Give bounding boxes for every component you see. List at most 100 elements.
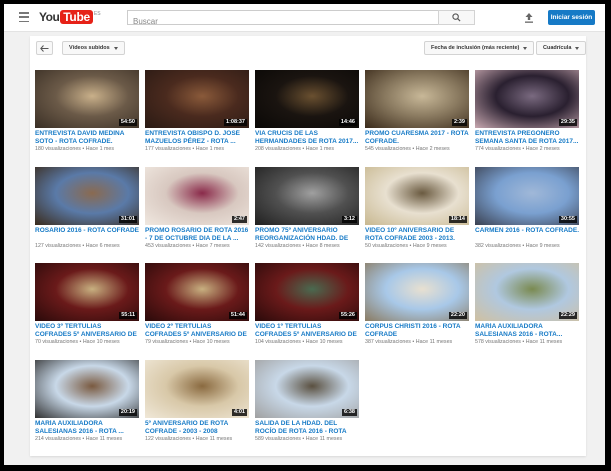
video-meta: 104 visualizaciones • Hace 10 meses [255, 339, 359, 346]
video-title[interactable]: ROSARIO 2016 - ROTA COFRADE [35, 227, 139, 243]
upload-icon [525, 13, 533, 23]
video-title[interactable]: ENTREVISTA PREGONERO SEMANA SANTA DE ROT… [475, 130, 579, 146]
view-count: 127 visualizaciones [35, 243, 81, 249]
video-thumbnail[interactable]: 3:12 [255, 167, 359, 225]
video-meta: 122 visualizaciones • Hace 11 meses [145, 436, 249, 443]
video-item[interactable]: 1:08:37 ENTREVISTA OBISPO D. JOSÉ MAZUELO… [145, 70, 249, 153]
video-item[interactable]: 51:44 VIDEO 2º TERTULIAS COFRADES 5º ANIV… [145, 263, 249, 346]
sort-dropdown[interactable]: Fecha de inclusión (más reciente) [424, 41, 535, 55]
video-title[interactable]: ENTREVISTA DAVID MEDINA SOTO - ROTA COFR… [35, 130, 139, 146]
video-meta: 50 visualizaciones • Hace 9 meses [365, 243, 469, 250]
video-title[interactable]: MARÍA AUXILIADORA SALESIANAS 2016 - ROTA… [475, 323, 579, 339]
view-count: 208 visualizaciones [255, 146, 301, 152]
video-title[interactable]: VIDEO 1º TERTULIAS COFRADES 5º ANIVERSAR… [255, 323, 359, 339]
video-title[interactable]: VIA CRUCIS DE LAS HERMANDADES DE ROTA 20… [255, 130, 359, 146]
upload-age: Hace 6 meses [85, 243, 120, 249]
video-thumbnail[interactable]: 31:01 [35, 167, 139, 225]
video-item[interactable]: 2:47 PROMO ROSARIO DE ROTA 2016 - 7 DE OC… [145, 167, 249, 250]
search-icon [452, 13, 461, 22]
upload-age: Hace 2 meses [415, 146, 450, 152]
video-item[interactable]: 2:39 PROMO CUARESMA 2017 - ROTA COFRADE. 5… [365, 70, 469, 153]
video-thumbnail[interactable]: 55:11 [35, 263, 139, 321]
video-meta: 180 visualizaciones • Hace 1 mes [35, 146, 139, 153]
video-thumbnail[interactable]: 6:38 [255, 360, 359, 418]
video-item[interactable]: 22:20 CORPUS CHRISTI 2016 - ROTA COFRADE 3… [365, 263, 469, 346]
video-thumbnail[interactable]: 54:50 [35, 70, 139, 128]
video-item[interactable]: 14:46 VIA CRUCIS DE LAS HERMANDADES DE RO… [255, 70, 359, 153]
logo-tube-text: Tube [60, 10, 93, 24]
filter-label: Vídeos subidos [69, 45, 110, 51]
view-label: Cuadrícula [543, 45, 572, 51]
video-title[interactable]: PROMO 75º ANIVERSARIO REORGANIZACIÓN HDA… [255, 227, 359, 243]
video-item[interactable]: 55:11 VIDEO 3º TERTULIAS COFRADES 5º ANIV… [35, 263, 139, 346]
upload-age: Hace 10 meses [82, 339, 120, 345]
video-title[interactable]: CORPUS CHRISTI 2016 - ROTA COFRADE [365, 323, 469, 339]
video-meta: 453 visualizaciones • Hace 7 meses [145, 243, 249, 250]
video-thumbnail[interactable]: 22:20 [365, 263, 469, 321]
video-item[interactable]: 55:26 VIDEO 1º TERTULIAS COFRADES 5º ANIV… [255, 263, 359, 346]
video-title[interactable]: PROMO CUARESMA 2017 - ROTA COFRADE. [365, 130, 469, 146]
video-thumbnail[interactable]: 29:35 [475, 70, 579, 128]
view-count: 453 visualizaciones [145, 243, 191, 249]
video-thumbnail[interactable]: 55:26 [255, 263, 359, 321]
video-item[interactable]: 4:01 5º ANIVERSARIO DE ROTA COFRADE - 200… [145, 360, 249, 443]
video-title[interactable]: PROMO ROSARIO DE ROTA 2016 - 7 DE OCTUBR… [145, 227, 249, 243]
video-title[interactable]: VIDEO 2º TERTULIAS COFRADES 5º ANIVERSAR… [145, 323, 249, 339]
video-title[interactable]: ENTREVISTA OBISPO D. JOSÉ MAZUELOS PÉREZ… [145, 130, 249, 146]
video-thumbnail[interactable]: 51:44 [145, 263, 249, 321]
upload-button[interactable] [523, 11, 535, 23]
video-thumbnail[interactable]: 2:39 [365, 70, 469, 128]
search-input[interactable] [128, 15, 438, 28]
upload-age: Hace 11 meses [305, 436, 343, 442]
video-item[interactable]: 20:19 MARÍA AUXILIADORA SALESIANAS 2016 -… [35, 360, 139, 443]
video-thumbnail[interactable]: 18:14 [365, 167, 469, 225]
video-thumbnail[interactable]: 20:19 [35, 360, 139, 418]
video-thumbnail[interactable]: 1:08:37 [145, 70, 249, 128]
video-item[interactable]: 30:55 CARMEN 2016 - ROTA COFRADE. 382 visu… [475, 167, 579, 250]
video-thumbnail[interactable]: 30:55 [475, 167, 579, 225]
video-title[interactable]: 5º ANIVERSARIO DE ROTA COFRADE - 2003 - … [145, 420, 249, 436]
channel-videos-card: Vídeos subidos Fecha de inclusión (más r… [30, 36, 587, 456]
video-thumbnail[interactable]: 4:01 [145, 360, 249, 418]
video-item[interactable]: 3:12 PROMO 75º ANIVERSARIO REORGANIZACIÓN… [255, 167, 359, 250]
video-thumbnail[interactable]: 14:46 [255, 70, 359, 128]
upload-age: Hace 11 meses [195, 436, 233, 442]
menu-icon[interactable] [19, 12, 29, 22]
back-button[interactable] [36, 41, 53, 55]
video-meta: 127 visualizaciones • Hace 6 meses [35, 243, 139, 250]
video-thumbnail[interactable]: 2:47 [145, 167, 249, 225]
video-thumbnail[interactable]: 22:29 [475, 263, 579, 321]
view-count: 104 visualizaciones [255, 339, 301, 345]
video-title[interactable]: CARMEN 2016 - ROTA COFRADE. [475, 227, 579, 243]
view-count: 122 visualizaciones [145, 436, 191, 442]
view-count: 177 visualizaciones [145, 146, 191, 152]
view-count: 214 visualizaciones [35, 436, 81, 442]
youtube-logo[interactable]: You Tube ES [39, 10, 101, 24]
view-dropdown[interactable]: Cuadrícula [536, 41, 587, 55]
video-title[interactable]: VIDEO 3º TERTULIAS COFRADES 5º ANIVERSAR… [35, 323, 139, 339]
upload-age: Hace 1 mes [305, 146, 335, 152]
video-title[interactable]: VIDEO 10º ANIVERSARIO DE ROTA COFRADE 20… [365, 227, 469, 243]
video-duration: 3:12 [341, 216, 357, 223]
video-title[interactable]: SALIDA DE LA HDAD. DEL ROCÍO DE ROTA 201… [255, 420, 359, 436]
video-item[interactable]: 6:38 SALIDA DE LA HDAD. DEL ROCÍO DE ROTA… [255, 360, 359, 443]
video-item[interactable]: 22:29 MARÍA AUXILIADORA SALESIANAS 2016 -… [475, 263, 579, 346]
chevron-down-icon [113, 46, 118, 50]
view-count: 79 visualizaciones [145, 339, 188, 345]
video-meta: 177 visualizaciones • Hace 1 mes [145, 146, 249, 153]
video-item[interactable]: 54:50 ENTREVISTA DAVID MEDINA SOTO - ROTA… [35, 70, 139, 153]
filter-dropdown[interactable]: Vídeos subidos [62, 41, 125, 55]
view-count: 578 visualizaciones [475, 339, 521, 345]
search-button[interactable] [438, 10, 475, 25]
upload-age: Hace 2 meses [525, 146, 560, 152]
video-meta: 382 visualizaciones • Hace 9 meses [475, 243, 579, 250]
logo-you-text: You [39, 10, 60, 24]
view-count: 589 visualizaciones [255, 436, 301, 442]
video-item[interactable]: 29:35 ENTREVISTA PREGONERO SEMANA SANTA D… [475, 70, 579, 153]
video-meta: 545 visualizaciones • Hace 2 meses [365, 146, 469, 153]
video-item[interactable]: 31:01 ROSARIO 2016 - ROTA COFRADE 127 visu… [35, 167, 139, 250]
signin-button[interactable]: Iniciar sesión [548, 10, 595, 25]
video-meta: 142 visualizaciones • Hace 8 meses [255, 243, 359, 250]
video-item[interactable]: 18:14 VIDEO 10º ANIVERSARIO DE ROTA COFRA… [365, 167, 469, 250]
video-title[interactable]: MARÍA AUXILIADORA SALESIANAS 2016 - ROTA… [35, 420, 139, 436]
